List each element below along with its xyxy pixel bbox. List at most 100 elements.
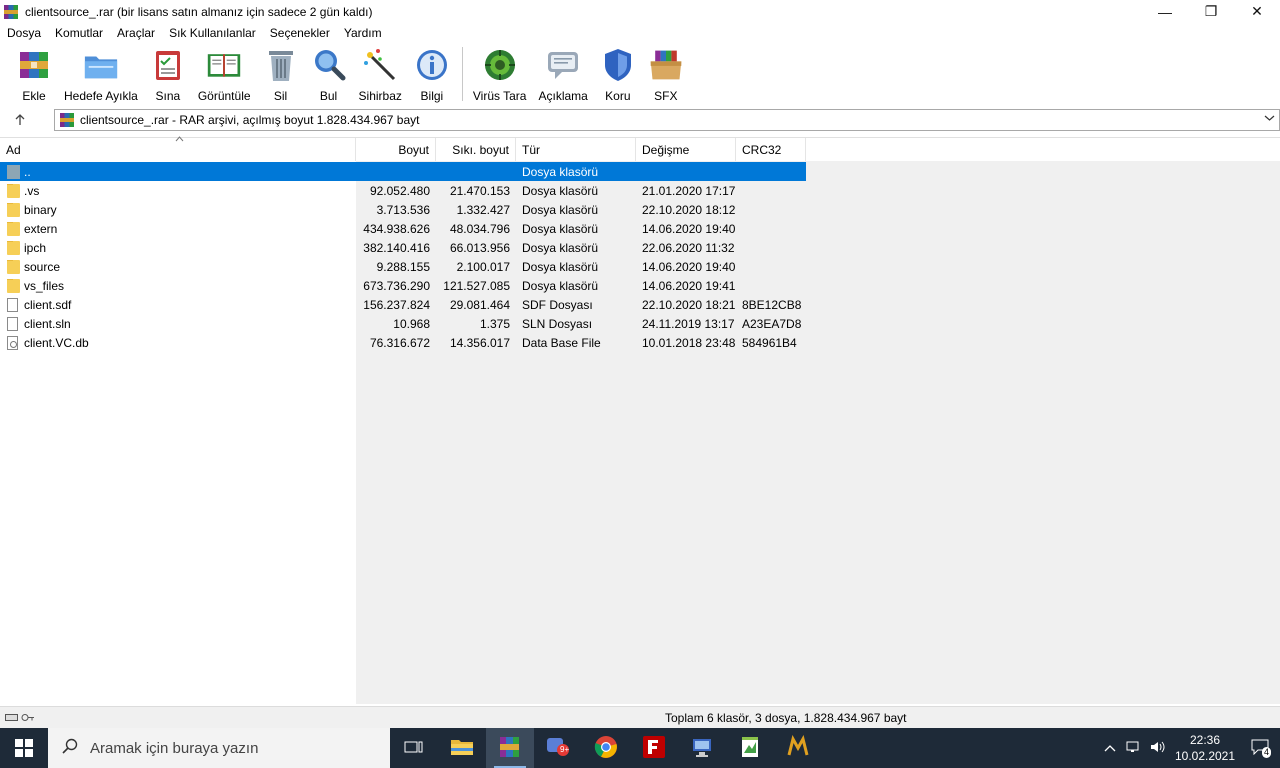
file-size: 382.140.416 [363,240,430,255]
file-type: SDF Dosyası [522,297,593,312]
drive-icon[interactable] [5,714,18,721]
file-row[interactable]: binary 3.713.536 1.332.427 Dosya klasörü 22.… [0,200,806,219]
file-row[interactable]: source 9.288.155 2.100.017 Dosya klasörü 14.… [0,257,806,276]
wizard-button[interactable]: Sihirbaz [355,43,406,103]
network-icon[interactable] [1122,740,1146,757]
close-button[interactable]: ✕ [1234,0,1280,23]
file-name-cell: .. [0,164,356,179]
archive-path-text: clientsource_.rar - RAR arşivi, açılmış … [80,113,420,127]
file-size: 76.316.672 [369,335,430,350]
start-button[interactable] [0,728,48,768]
test-button[interactable]: Sına [146,43,190,103]
sfx-button[interactable]: SFX [644,43,688,103]
file-row[interactable]: client.sln 10.968 1.375 SLN Dosyası 24.11.20… [0,314,806,333]
file-packed-size: 14.356.017 [449,335,510,350]
taskbar-game-app[interactable] [774,728,822,768]
chrome-icon [594,735,618,762]
extract-to-button[interactable]: Hedefe Ayıkla [60,43,142,103]
protect-button[interactable]: Koru [596,43,640,103]
taskbar-file-explorer[interactable] [438,728,486,768]
menu-commands[interactable]: Komutlar [48,26,110,40]
column-crc32[interactable]: CRC32 [736,138,806,161]
menu-file[interactable]: Dosya [0,26,48,40]
key-icon[interactable] [21,711,35,725]
file-row[interactable]: .vs 92.052.480 21.470.153 Dosya klasörü 21.0… [0,181,806,200]
taskbar-filezilla[interactable] [630,728,678,768]
file-size: 92.052.480 [369,183,430,198]
file-name-cell: extern [0,221,356,236]
comment-icon [545,47,581,83]
view-button[interactable]: Görüntüle [194,43,255,103]
status-summary: Toplam 6 klasör, 3 dosya, 1.828.434.967 … [665,711,907,725]
file-row[interactable]: ipch 382.140.416 66.013.956 Dosya klasörü 22… [0,238,806,257]
column-name[interactable]: Ad [0,138,356,161]
chat-badge: 9+ [560,745,570,754]
file-packed-size: 1.375 [479,316,510,331]
file-name: .. [24,164,31,179]
system-tray: 22:36 10.02.2021 4 [1098,728,1280,768]
menu-options[interactable]: Seçenekler [263,26,337,40]
file-packed-size: 29.081.464 [449,297,510,312]
restore-button[interactable]: ❐ [1188,0,1234,23]
rar-archive-icon [59,112,75,128]
taskbar-chrome[interactable] [582,728,630,768]
taskbar-chat-app[interactable]: 9+ [534,728,582,768]
winrar-app-icon [3,4,19,20]
list-header: Ad Boyut Sıkı. boyut Tür Değişme CRC32 [0,138,806,161]
delete-button[interactable]: Sil [259,43,303,103]
minimize-button[interactable]: — [1142,0,1188,23]
menu-tools[interactable]: Araçlar [110,26,162,40]
info-button[interactable]: Bilgi [410,43,454,103]
file-row[interactable]: client.sdf 156.237.824 29.081.464 SDF Dosya… [0,295,806,314]
file-row[interactable]: extern 434.938.626 48.034.796 Dosya klasörü… [0,219,806,238]
archive-path-field[interactable]: clientsource_.rar - RAR arşivi, açılmış … [54,109,1280,131]
taskbar-notepad-app[interactable] [726,728,774,768]
folder-icon [7,278,20,293]
comment-button[interactable]: Açıklama [534,43,591,103]
file-type: Dosya klasörü [522,221,599,236]
column-modified[interactable]: Değişme [636,138,736,161]
file-modified: 14.06.2020 19:40 [642,259,736,274]
trash-icon [263,47,299,83]
file-name-cell: source [0,259,356,274]
taskbar-winrar[interactable] [486,728,534,768]
column-type[interactable]: Tür [516,138,636,161]
taskbar-search-box[interactable]: Aramak için buraya yazın [48,728,390,768]
file-row[interactable]: .. Dosya klasörü [0,162,806,181]
virus-scan-button[interactable]: Virüs Tara [469,43,531,103]
file-list: Ad Boyut Sıkı. boyut Tür Değişme CRC32 .… [0,136,1280,704]
file-modified: 24.11.2019 13:17 [642,316,735,331]
file-row[interactable]: vs_files 673.736.290 121.527.085 Dosya klas… [0,276,806,295]
file-row[interactable]: client.VC.db 76.316.672 14.356.017 Data Bas… [0,333,806,352]
file-name: client.sln [24,316,71,331]
chevron-up-icon[interactable] [1098,741,1122,755]
taskbar-remote-desktop[interactable] [678,728,726,768]
task-view-button[interactable] [390,728,438,768]
menu-bar: Dosya Komutlar Araçlar Sık Kullanılanlar… [0,23,1280,43]
menu-favorites[interactable]: Sık Kullanılanlar [162,26,263,40]
remote-desktop-icon [690,735,714,762]
window-title: clientsource_.rar (bir lisans satın alma… [25,4,373,19]
chevron-down-icon[interactable] [1264,113,1275,125]
taskbar-clock[interactable]: 22:36 10.02.2021 [1170,732,1240,764]
column-packed-size[interactable]: Sıkı. boyut [436,138,516,161]
file-name-cell: client.VC.db [0,335,356,350]
file-crc32: 584961B4 [742,335,797,350]
notepad-app-icon [738,735,762,762]
notification-button[interactable]: 4 [1240,728,1280,768]
folder-icon [7,259,20,274]
up-arrow-icon[interactable] [0,108,40,132]
add-archive-icon [16,47,52,83]
column-size[interactable]: Boyut [356,138,436,161]
menu-help[interactable]: Yardım [337,26,389,40]
test-icon [150,47,186,83]
wizard-wand-icon [362,47,398,83]
find-button[interactable]: Bul [307,43,351,103]
title-bar: clientsource_.rar (bir lisans satın alma… [0,0,1280,23]
add-button[interactable]: Ekle [12,43,56,103]
file-size: 434.938.626 [363,221,430,236]
file-type: Dosya klasörü [522,278,599,293]
file-size: 673.736.290 [363,278,430,293]
volume-icon[interactable] [1146,740,1170,757]
database-file-icon [7,335,18,350]
